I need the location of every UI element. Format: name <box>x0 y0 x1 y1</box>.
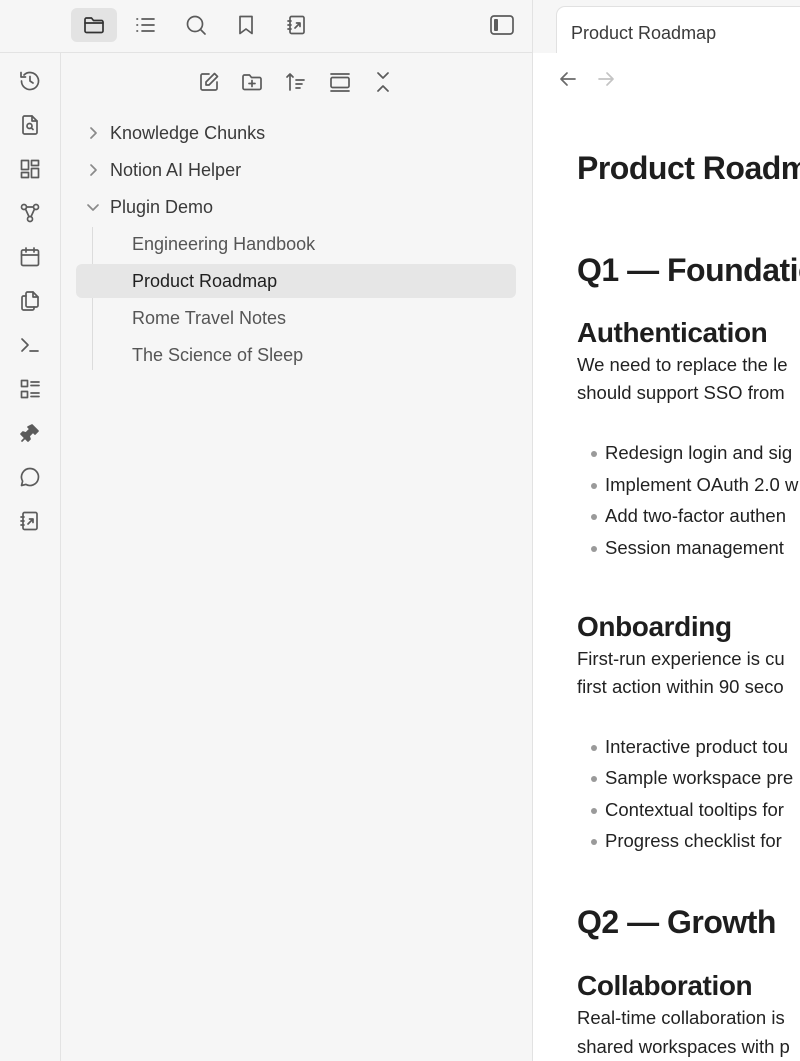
outline-icon[interactable] <box>122 8 168 42</box>
history-icon[interactable] <box>13 64 47 98</box>
ribbon <box>0 53 61 1061</box>
paragraph-line: First-run experience is cu <box>577 648 785 669</box>
calendar-icon[interactable] <box>13 240 47 274</box>
sidebar-toggle-icon[interactable] <box>479 8 525 42</box>
file-label: Engineering Handbook <box>132 233 316 254</box>
dashboard-icon[interactable] <box>13 152 47 186</box>
list-item: Session management <box>591 537 784 559</box>
chat-icon[interactable] <box>13 460 47 494</box>
list-item: Redesign login and sig <box>591 442 792 464</box>
sync-icon[interactable] <box>274 8 320 42</box>
file-label: Product Roadmap <box>132 270 278 291</box>
editor-pane: Product Roadmap Product Roadmap Q1 — Fou… <box>533 0 800 1061</box>
search-icon[interactable] <box>173 8 219 42</box>
tab-bar: Product Roadmap <box>533 0 800 53</box>
sort-icon[interactable] <box>281 67 311 97</box>
file-explorer: Knowledge Chunks Notion AI Helper Plugin… <box>61 53 532 1061</box>
chevron-down-icon <box>76 199 110 215</box>
top-toolbar <box>0 0 533 53</box>
file-search-icon[interactable] <box>13 108 47 142</box>
file-rome-travel-notes[interactable]: Rome Travel Notes <box>76 301 516 335</box>
list-item: Progress checklist for <box>591 830 782 852</box>
publish-icon[interactable] <box>13 504 47 538</box>
list-item: Add two-factor authen <box>591 505 786 527</box>
paragraph-line: first action within 90 seco <box>577 676 784 697</box>
files-icon[interactable] <box>71 8 117 42</box>
folder-label: Plugin Demo <box>110 196 214 217</box>
new-folder-icon[interactable] <box>237 67 267 97</box>
list-item: Implement OAuth 2.0 w <box>591 474 798 496</box>
file-product-roadmap[interactable]: Product Roadmap <box>76 264 516 298</box>
collapse-view-icon[interactable] <box>325 67 355 97</box>
tab-title: Product Roadmap <box>571 23 717 43</box>
paragraph-line: should support SSO from <box>577 382 785 403</box>
new-note-icon[interactable] <box>194 67 224 97</box>
heading-collaboration: Collaboration <box>577 970 753 1001</box>
forward-arrow-icon[interactable] <box>593 66 619 92</box>
heading-onboarding: Onboarding <box>577 611 732 642</box>
checklist-icon[interactable] <box>13 372 47 406</box>
tab-product-roadmap[interactable]: Product Roadmap <box>556 6 800 53</box>
list-item: Sample workspace pre <box>591 767 793 789</box>
file-engineering-handbook[interactable]: Engineering Handbook <box>76 227 516 261</box>
heading-q2: Q2 — Growth <box>577 904 776 940</box>
chevron-right-icon <box>76 125 110 141</box>
copy-icon[interactable] <box>13 284 47 318</box>
list-item: Contextual tooltips for <box>591 799 784 821</box>
folder-knowledge-chunks[interactable]: Knowledge Chunks <box>76 118 516 148</box>
file-science-of-sleep[interactable]: The Science of Sleep <box>76 338 516 372</box>
paragraph-line: shared workspaces with p <box>577 1036 790 1057</box>
bookmark-icon[interactable] <box>223 8 269 42</box>
heading-authentication: Authentication <box>577 317 768 348</box>
paragraph-line: We need to replace the le <box>577 354 788 375</box>
plugin-icon[interactable] <box>13 416 47 450</box>
folder-label: Knowledge Chunks <box>110 122 266 143</box>
folder-label: Notion AI Helper <box>110 159 242 180</box>
back-arrow-icon[interactable] <box>555 66 581 92</box>
folder-notion-ai-helper[interactable]: Notion AI Helper <box>76 155 516 185</box>
file-label: Rome Travel Notes <box>132 307 287 328</box>
note-title: Product Roadmap <box>577 150 800 186</box>
heading-q1: Q1 — Foundation <box>577 252 800 288</box>
paragraph-line: Real-time collaboration is <box>577 1007 785 1028</box>
terminal-icon[interactable] <box>13 328 47 362</box>
graph-icon[interactable] <box>13 196 47 230</box>
list-item: Interactive product tou <box>591 736 788 758</box>
file-label: The Science of Sleep <box>132 344 304 365</box>
collapse-all-icon[interactable] <box>368 67 398 97</box>
folder-plugin-demo[interactable]: Plugin Demo <box>76 192 516 222</box>
chevron-right-icon <box>76 162 110 178</box>
